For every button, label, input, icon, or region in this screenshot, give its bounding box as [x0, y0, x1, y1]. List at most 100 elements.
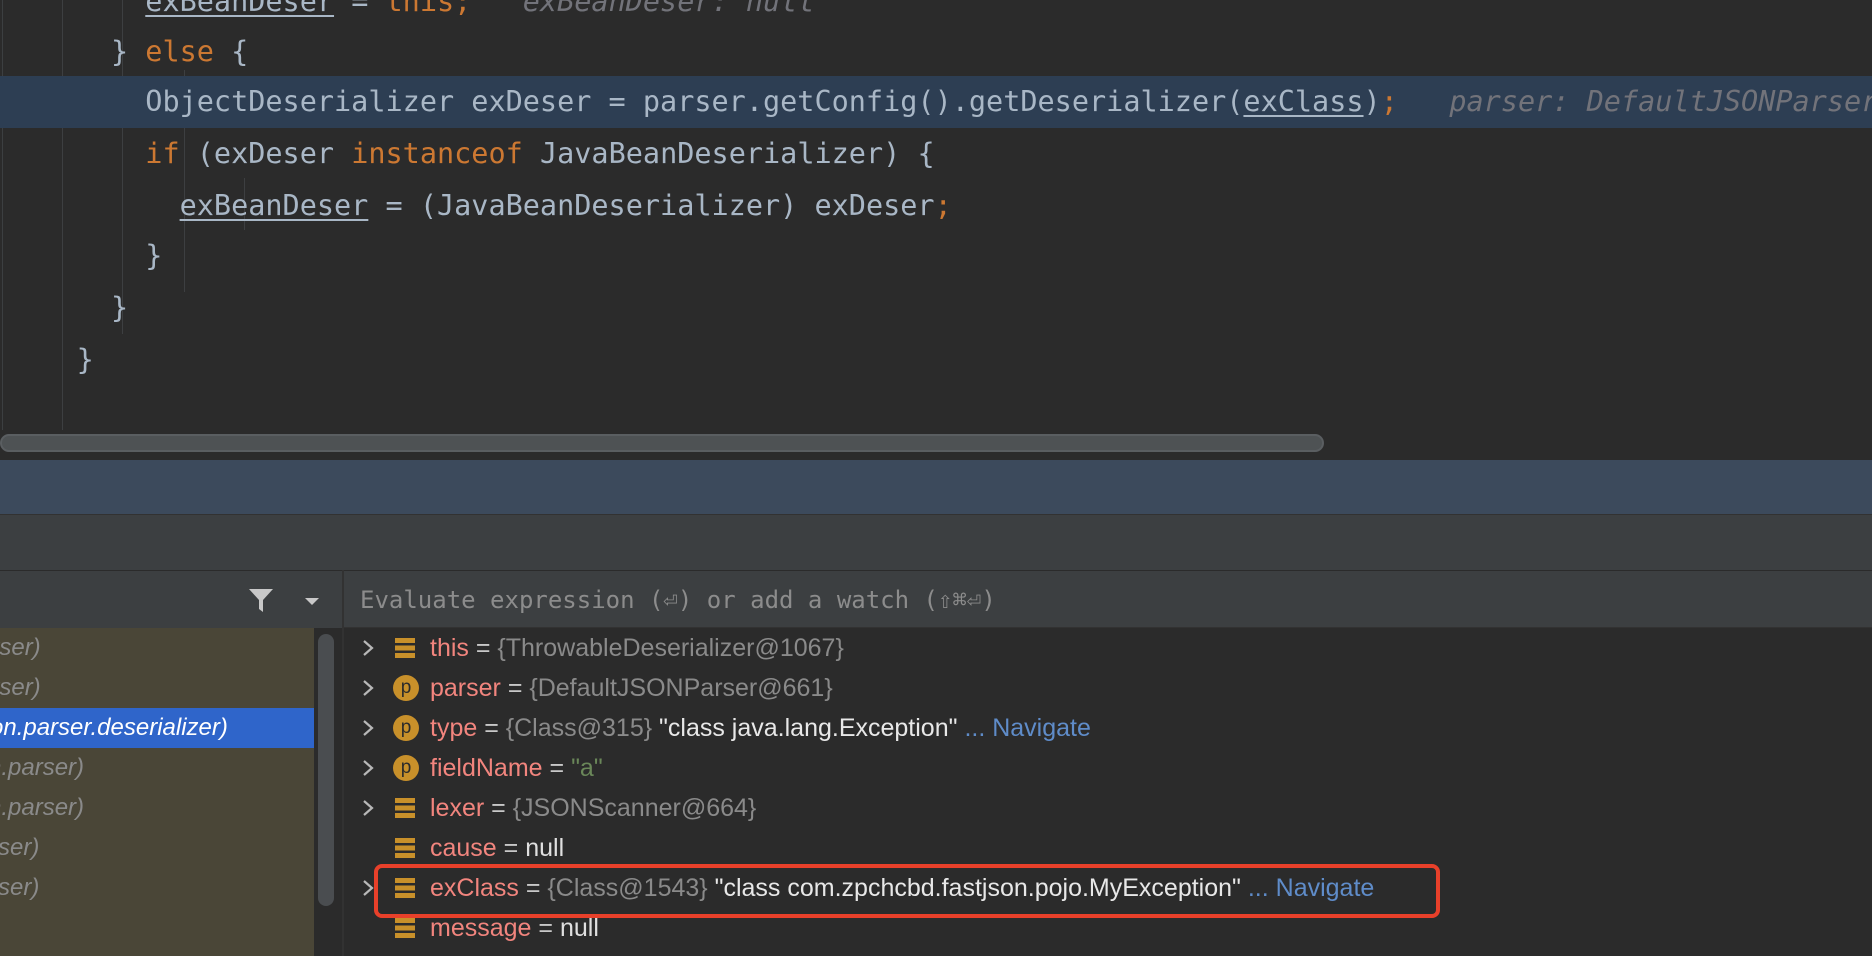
variable-equals: =	[542, 754, 572, 782]
frames-scrollbar[interactable]	[318, 634, 334, 906]
frame-label: ser)	[0, 834, 40, 861]
code-text: if (exDeser instanceof JavaBeanDeseriali…	[8, 128, 935, 180]
chevron-down-icon[interactable]	[302, 591, 322, 611]
field-icon	[395, 918, 415, 938]
frame-label: arser)	[0, 674, 41, 701]
variable-row-this[interactable]: this = {ThrowableDeserializer@1067}	[344, 628, 1872, 668]
variable-equals: =	[500, 674, 530, 702]
code-token: JavaBeanDeserializer) {	[522, 137, 935, 170]
frame-item[interactable]: n.parser)	[0, 788, 314, 828]
chevron-right-icon[interactable]	[358, 638, 378, 658]
variable-name: parser	[430, 674, 501, 702]
parameter-icon: p	[393, 715, 419, 741]
variable-row-parser[interactable]: p parser = {DefaultJSONParser@661}	[344, 668, 1872, 708]
frame-item[interactable]: arser)	[0, 628, 314, 668]
code-line[interactable]: } else {	[0, 26, 1872, 78]
variable-row-message[interactable]: message = null	[344, 908, 1872, 948]
editor-scroll-thumb[interactable]	[0, 434, 1324, 452]
code-editor[interactable]: exBeanDeser = this; exBeanDeser: null } …	[0, 0, 1872, 430]
code-token: exBeanDeser	[145, 0, 335, 18]
variable-equals: =	[531, 914, 560, 942]
code-token: }	[110, 35, 146, 68]
navigate-link[interactable]: ... Navigate	[1241, 874, 1374, 902]
frame-label: ser)	[0, 874, 40, 901]
code-token: = (JavaBeanDeserializer) exDeser	[368, 189, 935, 222]
variable-string-value: "class com.zpchcbd.fastjson.pojo.MyExcep…	[707, 874, 1241, 902]
code-text: ObjectDeserializer exDeser = parser.getC…	[8, 76, 1872, 128]
code-line[interactable]: if (exDeser instanceof JavaBeanDeseriali…	[0, 128, 1872, 180]
evaluate-expression-input[interactable]	[360, 579, 1760, 621]
code-text: }	[8, 282, 128, 334]
navigate-link[interactable]: ... Navigate	[958, 714, 1090, 742]
variable-equals: =	[496, 834, 526, 862]
chevron-right-icon[interactable]	[358, 678, 378, 698]
variable-null-value: null	[559, 914, 599, 942]
frame-item[interactable]: arser)	[0, 668, 314, 708]
frames-list[interactable]: arser) arser) on.parser.deserializer) n.par…	[0, 628, 314, 956]
chevron-right-icon[interactable]	[358, 758, 378, 778]
frame-item[interactable]: ser)	[0, 868, 314, 908]
variables-panel[interactable]: this = {ThrowableDeserializer@1067} p pars…	[344, 628, 1872, 956]
watch-bar	[344, 570, 1872, 628]
code-token: }	[76, 343, 94, 376]
variable-row-fieldname[interactable]: p fieldName = "a"	[344, 748, 1872, 788]
variable-text: type = {Class@315} "class java.lang.Exce…	[430, 708, 1091, 748]
code-line[interactable]: }	[0, 230, 1872, 282]
code-line[interactable]: }	[0, 282, 1872, 334]
frame-item[interactable]: n.parser)	[0, 748, 314, 788]
frame-label: n.parser)	[0, 794, 85, 821]
debug-subtoolbar	[0, 514, 1872, 570]
variable-text: this = {ThrowableDeserializer@1067}	[430, 628, 844, 668]
frame-label: on.parser.deserializer)	[0, 714, 228, 741]
filter-icon[interactable]	[246, 585, 276, 615]
variable-object-ref: {ThrowableDeserializer@1067}	[497, 634, 844, 662]
frame-item[interactable]: ser)	[0, 828, 314, 868]
variable-object-ref: {DefaultJSONParser@661}	[529, 674, 833, 702]
field-icon	[395, 638, 415, 658]
code-line[interactable]: exBeanDeser = this; exBeanDeser: null	[0, 0, 1872, 28]
chevron-right-icon[interactable]	[358, 718, 378, 738]
variable-row-type[interactable]: p type = {Class@315} "class java.lang.Exc…	[344, 708, 1872, 748]
variable-name: type	[430, 714, 478, 742]
code-text: exBeanDeser = (JavaBeanDeserializer) exD…	[8, 180, 952, 232]
code-text: } else {	[8, 26, 248, 78]
variable-name: fieldName	[430, 754, 543, 782]
parameter-icon: p	[393, 755, 419, 781]
variable-equals: =	[484, 794, 513, 822]
code-line[interactable]: }	[0, 334, 1872, 386]
code-keyword: ;	[934, 189, 952, 222]
inline-debug-hint: parser: DefaultJSONParser@661	[1449, 85, 1872, 118]
chevron-right-icon[interactable]	[358, 798, 378, 818]
variable-text: lexer = {JSONScanner@664}	[430, 788, 756, 828]
field-icon	[395, 798, 415, 818]
code-keyword: this;	[385, 0, 472, 18]
variable-null-value: null	[525, 834, 565, 862]
variable-name: cause	[430, 834, 497, 862]
field-icon	[395, 838, 415, 858]
code-text: }	[8, 230, 162, 282]
code-keyword: ;	[1380, 85, 1398, 118]
code-token: exClass	[1243, 85, 1364, 118]
variable-text: message = null	[430, 908, 599, 948]
inline-debug-hint: exBeanDeser: null	[471, 0, 815, 18]
variable-row-lexer[interactable]: lexer = {JSONScanner@664}	[344, 788, 1872, 828]
variable-row-exclass[interactable]: exClass = {Class@1543} "class com.zpchcb…	[344, 868, 1872, 908]
code-line[interactable]: exBeanDeser = (JavaBeanDeserializer) exD…	[0, 180, 1872, 232]
variable-object-ref: {Class@1543}	[547, 874, 708, 902]
code-token: =	[334, 0, 386, 18]
variable-equals: =	[477, 714, 506, 742]
code-text: exBeanDeser = this; exBeanDeser: null	[8, 0, 814, 28]
current-code-line[interactable]: ObjectDeserializer exDeser = parser.getC…	[0, 76, 1872, 128]
frame-label: n.parser)	[0, 754, 85, 781]
frame-item-selected[interactable]: on.parser.deserializer)	[0, 708, 314, 748]
variable-string-value: "a"	[571, 754, 603, 782]
code-keyword: else	[145, 35, 214, 68]
variable-text: parser = {DefaultJSONParser@661}	[430, 668, 833, 708]
chevron-right-icon[interactable]	[358, 878, 378, 898]
variable-row-cause[interactable]: cause = null	[344, 828, 1872, 868]
frame-label: arser)	[0, 634, 41, 661]
